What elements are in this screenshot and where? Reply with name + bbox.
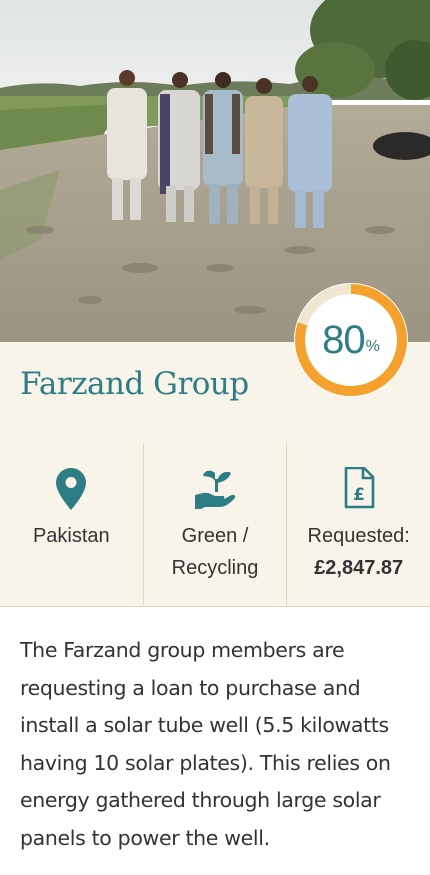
stat-sector-line2: Recycling [171,557,259,579]
loan-stats: Pakistan Green / Recycling £ Requested: [0,443,430,607]
loan-title: Farzand Group [20,366,249,402]
funded-percent-sign: % [365,338,380,355]
funded-progress-ring: 80% [294,283,408,397]
loan-description: The Farzand group members are requesting… [20,638,391,850]
stat-sector: Green / Recycling [144,443,288,606]
funded-percent-value: 80 [322,317,365,362]
stat-country: Pakistan [0,443,144,606]
stat-country-label: Pakistan [32,525,110,547]
svg-text:£: £ [353,485,365,505]
pound-document-icon: £ [287,467,430,511]
hand-with-plant-icon [144,467,287,511]
stat-sector-line1: Green / [181,525,249,547]
stat-requested-label: Requested: [307,525,410,547]
stat-requested: £ Requested: £2,847.87 [287,443,430,606]
stat-requested-amount: £2,847.87 [314,557,404,579]
location-pin-icon [0,467,143,511]
